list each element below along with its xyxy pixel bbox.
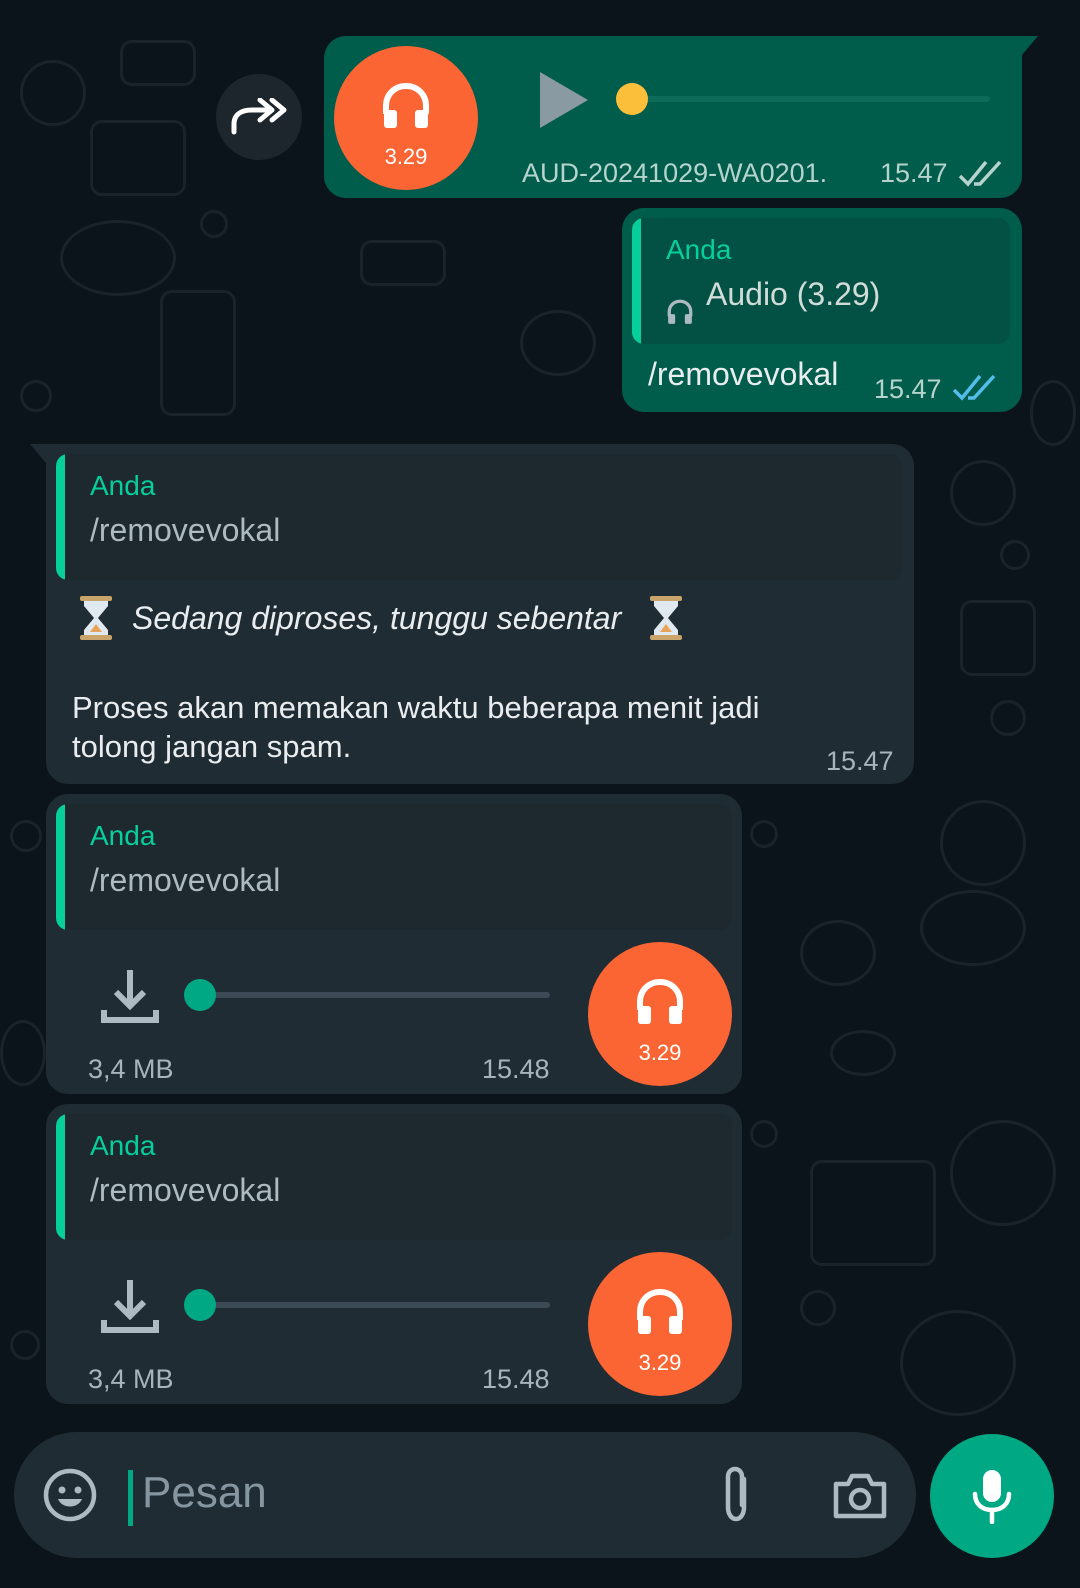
- download-icon[interactable]: [100, 966, 160, 1026]
- forward-button[interactable]: [216, 74, 302, 160]
- double-check-icon: [952, 374, 996, 401]
- audio-progress-knob[interactable]: [184, 979, 216, 1011]
- audio-duration: 3.29: [638, 1040, 682, 1065]
- mic-icon: [972, 1470, 1012, 1524]
- hourglass-icon: [650, 596, 682, 640]
- audio-duration: 3.29: [638, 1350, 682, 1375]
- message-incoming-audio[interactable]: Anda /removevokal 3,4 MB 15.48 3.29: [46, 1104, 742, 1404]
- message-body-line-1: Proses akan memakan waktu beberapa menit…: [72, 690, 760, 725]
- quote-text: Audio (3.29): [706, 276, 881, 312]
- quoted-message[interactable]: Anda /removevokal: [56, 1114, 732, 1240]
- audio-avatar: 3.29: [588, 1252, 732, 1396]
- message-time: 15.47: [880, 158, 948, 188]
- forward-icon: [231, 98, 287, 135]
- message-time: 15.47: [826, 746, 894, 776]
- audio-filename: AUD-20241029-WA0201.: [522, 158, 828, 188]
- camera-icon[interactable]: [832, 1470, 888, 1520]
- audio-file-size: 3,4 MB: [88, 1054, 174, 1084]
- message-outgoing-audio[interactable]: 3.29 AUD-20241029-WA0201. 15.47: [324, 36, 1038, 198]
- message-incoming-audio[interactable]: Anda /removevokal 3,4 MB 15.48 3.29: [46, 794, 742, 1094]
- message-time: 15.48: [482, 1364, 550, 1394]
- audio-progress-track[interactable]: [630, 96, 990, 102]
- quote-text: /removevokal: [90, 862, 281, 898]
- quote-text: /removevokal: [90, 1172, 281, 1208]
- audio-progress-knob[interactable]: [616, 83, 648, 115]
- message-input-bar: Pesan: [14, 1432, 916, 1558]
- audio-avatar: 3.29: [588, 942, 732, 1086]
- audio-file-size: 3,4 MB: [88, 1364, 174, 1394]
- status-line: Sedang diproses, tunggu sebentar: [132, 600, 622, 636]
- audio-duration: 3.29: [384, 144, 428, 169]
- headphones-icon: [383, 82, 429, 128]
- quote-text: /removevokal: [90, 512, 281, 548]
- headphones-icon: [667, 299, 693, 324]
- headphones-icon: [637, 978, 683, 1024]
- quote-author: Anda: [666, 234, 732, 265]
- quoted-message[interactable]: Anda /removevokal: [56, 454, 902, 580]
- play-icon[interactable]: [536, 68, 592, 132]
- audio-progress-track[interactable]: [196, 992, 550, 998]
- quote-author: Anda: [90, 1130, 156, 1161]
- voice-record-button[interactable]: [930, 1434, 1054, 1558]
- message-time: 15.47: [874, 374, 942, 404]
- quoted-message[interactable]: Anda /removevokal: [56, 804, 732, 930]
- quoted-message[interactable]: Anda Audio (3.29): [632, 218, 1010, 344]
- quote-author: Anda: [90, 820, 156, 851]
- audio-progress-track[interactable]: [196, 1302, 550, 1308]
- double-check-icon: [958, 160, 1002, 187]
- bubble-tail: [1016, 36, 1038, 62]
- hourglass-icon: [80, 596, 112, 640]
- bubble-tail: [30, 444, 52, 470]
- message-body-line-2: tolong jangan spam.: [72, 729, 352, 764]
- headphones-icon: [637, 1288, 683, 1334]
- message-input[interactable]: Pesan: [142, 1468, 267, 1518]
- message-outgoing-reply[interactable]: Anda Audio (3.29) /removevokal 15.47: [622, 208, 1022, 412]
- audio-progress-knob[interactable]: [184, 1289, 216, 1321]
- attach-icon[interactable]: [716, 1465, 756, 1525]
- message-text: /removevokal: [648, 356, 839, 392]
- emoji-icon[interactable]: [42, 1467, 98, 1523]
- text-cursor: [128, 1470, 133, 1526]
- message-incoming-reply[interactable]: Anda /removevokal Sedang diproses, tungg…: [30, 444, 914, 784]
- quote-author: Anda: [90, 470, 156, 501]
- download-icon[interactable]: [100, 1276, 160, 1336]
- message-time: 15.48: [482, 1054, 550, 1084]
- audio-avatar: 3.29: [334, 46, 478, 190]
